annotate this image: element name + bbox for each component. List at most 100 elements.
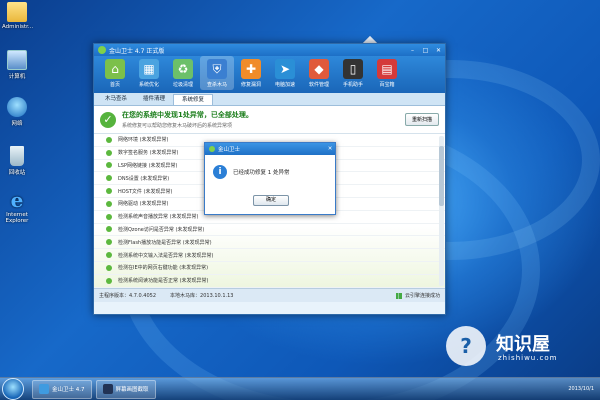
desktop-icon-user-folder[interactable]: Administr... — [2, 2, 34, 30]
screenshot-tool-icon — [102, 384, 113, 394]
tool-system-optimize[interactable]: ▦ 系统优化 — [132, 56, 166, 88]
ok-status-icon — [106, 200, 112, 207]
ok-button[interactable]: 确定 — [253, 195, 289, 206]
ok-status-icon — [106, 149, 112, 156]
tool-label: 垃圾清理 — [172, 82, 193, 88]
desktop-icon-computer[interactable]: 计算机 — [2, 50, 32, 80]
minimize-button[interactable]: – — [406, 46, 419, 55]
shield-icon: ⛨ — [207, 59, 227, 79]
window-titlebar[interactable]: 金山卫士 4.7 正式版 – □ ✕ — [94, 44, 445, 56]
task-label: 金山卫士 4.7 — [52, 387, 85, 393]
list-item-label: 检测Flash播放功能是否异常 (未发现异常) — [118, 239, 212, 246]
recycle-bin-icon — [10, 146, 24, 166]
maximize-button[interactable]: □ — [419, 46, 432, 55]
start-button[interactable] — [2, 378, 24, 400]
tool-home[interactable]: ⌂ 首页 — [98, 56, 132, 88]
dialog-close-button[interactable]: ✕ — [325, 146, 335, 152]
tool-label: 软件管理 — [308, 82, 329, 88]
list-item-label: 数字签名服务 (未发现异常) — [118, 150, 179, 157]
system-clock[interactable]: 2013/10/1 — [568, 386, 594, 392]
app-logo-icon — [98, 46, 106, 54]
tool-software-manager[interactable]: ◆ 软件管理 — [302, 56, 336, 88]
result-description: 系统修复可以帮助您修复木马破坏后的系统异常项 — [122, 123, 233, 129]
taskbar-item-screenshot-tool[interactable]: 屏幕画图截取 — [95, 379, 156, 399]
bug-icon: ✚ — [241, 59, 261, 79]
status-bar: 主程序版本：4.7.0.4052 本地木马库：2013.10.1.13 云引擎连… — [94, 288, 445, 302]
ok-status-icon — [106, 188, 112, 195]
optimize-icon: ▦ — [139, 59, 159, 79]
tool-toolbox[interactable]: ▤ 百宝箱 — [370, 56, 404, 88]
ok-status-icon — [106, 213, 112, 220]
scan-result-summary: ✓ 在您的系统中发现1处异常，已全部处理。 系统修复可以帮助您修复木马破坏后的系… — [94, 106, 445, 134]
trojan-library-version-text: 本地木马库：2013.10.1.13 — [170, 293, 234, 299]
tool-label: 查杀木马 — [206, 82, 227, 88]
desktop-icon-network[interactable]: 网络 — [2, 97, 32, 127]
computer-icon — [7, 50, 27, 70]
sub-tab-bar: 木马查杀 插件清理 系统修复 — [94, 93, 445, 106]
ok-status-icon — [106, 162, 112, 169]
list-item-label: 检测系统阅读功能是否正常 (未发现异常) — [118, 278, 209, 285]
dialog-titlebar[interactable]: 金山卫士 ✕ — [205, 143, 335, 155]
folder-icon — [7, 2, 27, 22]
trash-icon: ♻ — [173, 59, 193, 79]
tool-trojan-scan[interactable]: ⛨ 查杀木马 — [200, 56, 234, 90]
desktop-icon-label: 回收站 — [8, 170, 26, 176]
phone-icon: ▯ — [343, 59, 363, 79]
tool-label: 百宝箱 — [379, 82, 395, 88]
taskbar-item-kingsoft-guard[interactable]: 金山卫士 4.7 — [32, 379, 92, 399]
desktop-icon-label: Internet Explorer — [5, 212, 29, 224]
tool-label: 电脑加速 — [274, 82, 295, 88]
ok-status-icon — [106, 175, 112, 182]
clock-date: 2013/10/1 — [568, 386, 594, 392]
tool-phone-assistant[interactable]: ▯ 手机助手 — [336, 56, 370, 88]
list-item-label: 网络环境 (未发现异常) — [118, 137, 169, 144]
tab-plugin-clean[interactable]: 插件清理 — [135, 94, 173, 105]
desktop-icon-label: 网络 — [11, 121, 23, 127]
tool-pc-speedup[interactable]: ➤ 电脑加速 — [268, 56, 302, 88]
list-item: 检测Qzone访问是否异常 (未发现异常) — [94, 224, 445, 237]
tool-label: 首页 — [109, 82, 120, 88]
task-label: 屏幕画图截取 — [115, 387, 149, 393]
signal-icon — [395, 292, 402, 299]
info-icon: i — [213, 165, 227, 179]
scrollbar-thumb[interactable] — [439, 146, 444, 206]
desktop-icon-label: Administr... — [2, 24, 34, 30]
tool-label: 手机助手 — [342, 82, 363, 88]
dialog-message: 已经成功修复 1 处异常 — [233, 170, 290, 176]
shield-icon — [39, 384, 49, 394]
rescan-button[interactable]: 重新扫描 — [404, 113, 439, 126]
speed-icon: ➤ — [275, 59, 295, 79]
tool-label: 修复漏洞 — [240, 82, 261, 88]
app-logo-icon — [209, 146, 215, 152]
tab-trojan-scan[interactable]: 木马查杀 — [97, 94, 135, 105]
desktop-icon-internet-explorer[interactable]: e Internet Explorer — [2, 190, 32, 224]
network-icon — [7, 97, 27, 117]
watermark-url: zhishiwu.com — [498, 354, 558, 362]
window-title: 金山卫士 4.7 正式版 — [109, 47, 165, 55]
list-item: 检测系统中文输入法是否异常 (未发现异常) — [94, 249, 445, 262]
close-button[interactable]: ✕ — [432, 46, 445, 55]
list-item: 检测Flash播放功能是否异常 (未发现异常) — [94, 236, 445, 250]
tool-patch-fix[interactable]: ✚ 修复漏洞 — [234, 56, 268, 88]
list-item-label: 检测在IE中的网页右键功能 (未发现异常) — [118, 265, 209, 272]
ok-status-icon — [106, 226, 112, 233]
list-item-label: 检测系统声音播放异常 (未发现异常) — [118, 214, 199, 221]
list-item-label: 网络驱动 (未发现异常) — [118, 201, 169, 208]
list-scrollbar[interactable] — [439, 136, 444, 286]
ie-icon: e — [10, 188, 24, 212]
list-item-label: LSP网络链接 (未发现异常) — [118, 162, 178, 169]
ok-status-icon — [106, 252, 112, 259]
list-item-label: HOST文件 (未发现异常) — [118, 188, 173, 195]
ok-status-icon — [106, 136, 112, 143]
check-icon: ✓ — [100, 111, 116, 128]
list-item: 检测在IE中的网页右键功能 (未发现异常) — [94, 262, 445, 275]
tool-label: 系统优化 — [138, 82, 159, 88]
main-version-text: 主程序版本：4.7.0.4052 — [99, 293, 157, 299]
tool-junk-clean[interactable]: ♻ 垃圾清理 — [166, 56, 200, 88]
site-watermark: ? 知识屋 zhishiwu.com — [438, 318, 598, 376]
ok-status-icon — [106, 239, 112, 246]
tab-system-repair[interactable]: 系统修复 — [173, 94, 214, 105]
ok-status-icon — [106, 264, 112, 271]
list-item: 检测系统阅读功能是否正常 (未发现异常) — [94, 275, 445, 288]
desktop-icon-recycle-bin[interactable]: 回收站 — [2, 146, 32, 176]
